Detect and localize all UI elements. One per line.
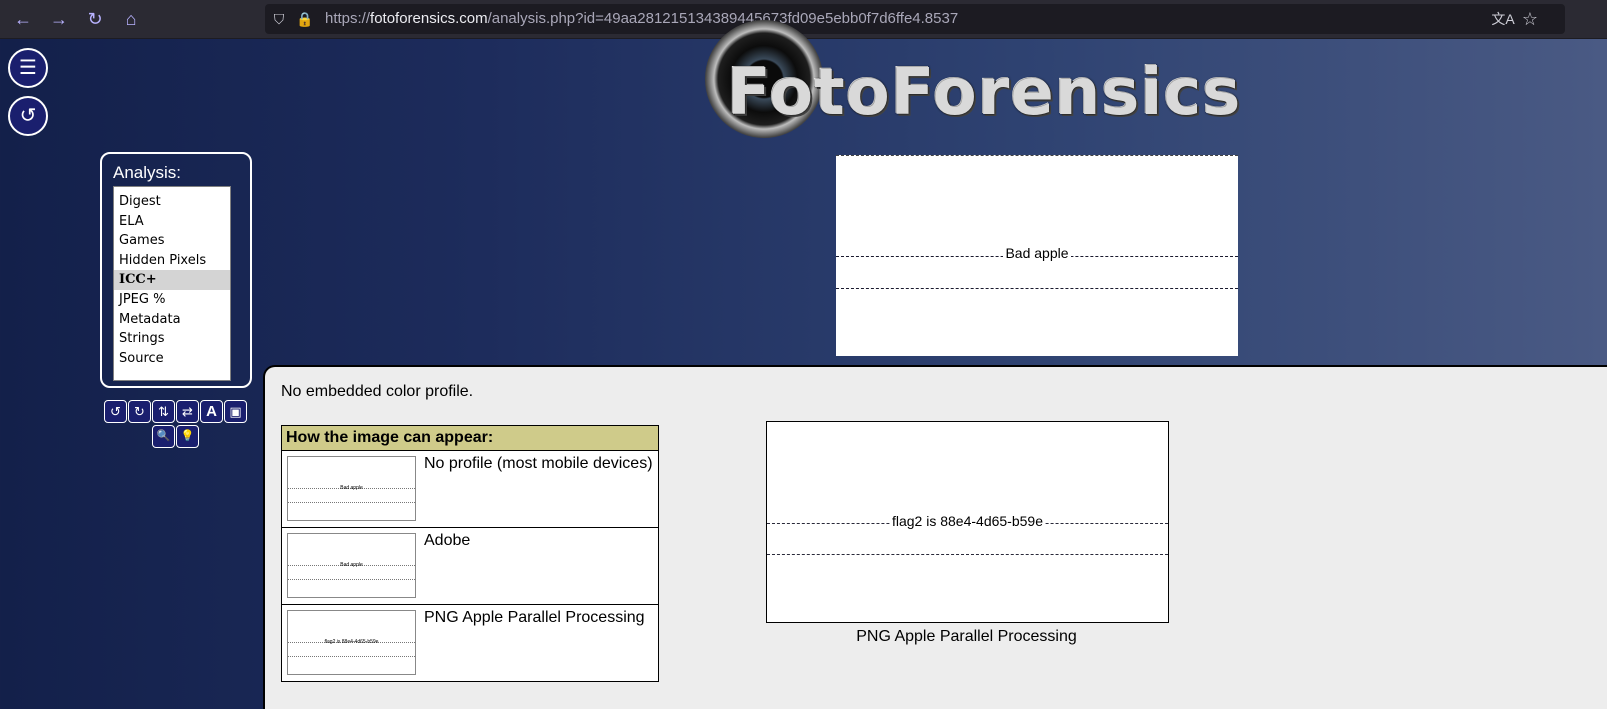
translate-icon[interactable]: 文A [1490, 9, 1516, 29]
menu-icon[interactable]: ☰ [8, 48, 48, 88]
appearance-label: Adobe [424, 532, 471, 549]
fotoforensics-logo[interactable]: FotoForensics [705, 20, 1240, 138]
scanline [836, 288, 1238, 289]
refresh-icon[interactable]: ↺ [8, 96, 48, 136]
shield-icon[interactable]: ⛉ [269, 9, 289, 29]
analysis-item-ela[interactable]: ELA [114, 212, 230, 232]
analysis-item-icc[interactable]: ICC+ [114, 270, 230, 290]
zoom-icon[interactable]: 🔍 [152, 425, 175, 448]
analysis-title: Analysis: [113, 163, 182, 182]
selected-profile-preview[interactable]: flag2 is 88e4-4d65-b59e [766, 421, 1169, 623]
url-text[interactable]: https://fotoforensics.com/analysis.php?i… [325, 10, 958, 27]
thumbnail[interactable]: Bad apple [287, 456, 416, 521]
forward-icon[interactable]: → [46, 6, 72, 32]
reload-icon[interactable]: ↻ [82, 6, 108, 32]
analysis-item-strings[interactable]: Strings [114, 329, 230, 349]
big-preview-caption-text: flag2 is 88e4-4d65-b59e [889, 513, 1045, 529]
back-icon[interactable]: ← [10, 6, 36, 32]
thumbnail-caption: Bad apple [340, 485, 363, 491]
thumbnail-caption: flag2 is 88e4-4d65-b59e [324, 639, 379, 645]
selected-profile-label: PNG Apple Parallel Processing [856, 628, 1077, 645]
url-prefix: https:// [325, 10, 371, 27]
analysis-item-jpeg[interactable]: JPEG % [114, 290, 230, 310]
fit-icon[interactable]: ▣ [224, 400, 247, 423]
analysis-item-games[interactable]: Games [114, 231, 230, 251]
appearance-table-header: How the image can appear: [282, 426, 658, 451]
appearance-label: No profile (most mobile devices) [424, 455, 653, 472]
address-bar[interactable]: ⛉ 🔒 https://fotoforensics.com/analysis.p… [265, 4, 1565, 34]
thumbnail-caption: Bad apple [340, 562, 363, 568]
appearance-row[interactable]: flag2 is 88e4-4d65-b59e PNG Apple Parall… [282, 605, 658, 681]
bookmark-star-icon[interactable]: ☆ [1520, 9, 1540, 29]
lock-icon[interactable]: 🔒 [295, 9, 315, 29]
logo-text: FotoForensics [727, 56, 1242, 130]
url-path: /analysis.php?id=49aa281215134389445673f… [487, 10, 959, 27]
flip-horizontal-icon[interactable]: ⇄ [176, 400, 199, 423]
preview-caption: Bad apple [836, 245, 1238, 261]
scanline [288, 656, 415, 657]
scanline [767, 554, 1168, 555]
thumbnail[interactable]: Bad apple [287, 533, 416, 598]
preview-caption-text: Bad apple [1003, 245, 1071, 261]
appearance-row[interactable]: Bad apple Adobe [282, 528, 658, 605]
analysis-panel: Analysis: Digest ELA Games Hidden Pixels… [100, 152, 252, 388]
appearance-row[interactable]: Bad apple No profile (most mobile device… [282, 451, 658, 528]
appearance-table: How the image can appear: Bad apple No p… [281, 425, 659, 682]
rotate-left-icon[interactable]: ↺ [104, 400, 127, 423]
appearance-label: PNG Apple Parallel Processing [424, 609, 645, 626]
url-host: fotoforensics.com [370, 10, 488, 27]
analyzed-image-preview[interactable]: Bad apple [836, 155, 1238, 356]
rotate-right-icon[interactable]: ↻ [128, 400, 151, 423]
analysis-item-hidden-pixels[interactable]: Hidden Pixels [114, 251, 230, 271]
big-preview-caption: flag2 is 88e4-4d65-b59e [767, 513, 1168, 529]
analysis-item-metadata[interactable]: Metadata [114, 310, 230, 330]
no-profile-text: No embedded color profile. [281, 383, 474, 400]
flip-vertical-icon[interactable]: ⇅ [152, 400, 175, 423]
analysis-item-digest[interactable]: Digest [114, 192, 230, 212]
font-icon[interactable]: A [200, 400, 223, 423]
thumbnail[interactable]: flag2 is 88e4-4d65-b59e [287, 610, 416, 675]
scanline [288, 579, 415, 580]
analysis-item-source[interactable]: Source [114, 349, 230, 369]
browser-toolbar: ← → ↻ ⌂ ⛉ 🔒 https://fotoforensics.com/an… [0, 0, 1607, 39]
scanline [288, 502, 415, 503]
analysis-list[interactable]: Digest ELA Games Hidden Pixels ICC+ JPEG… [113, 186, 231, 381]
home-icon[interactable]: ⌂ [118, 6, 144, 32]
lightbulb-icon[interactable]: 💡 [176, 425, 199, 448]
